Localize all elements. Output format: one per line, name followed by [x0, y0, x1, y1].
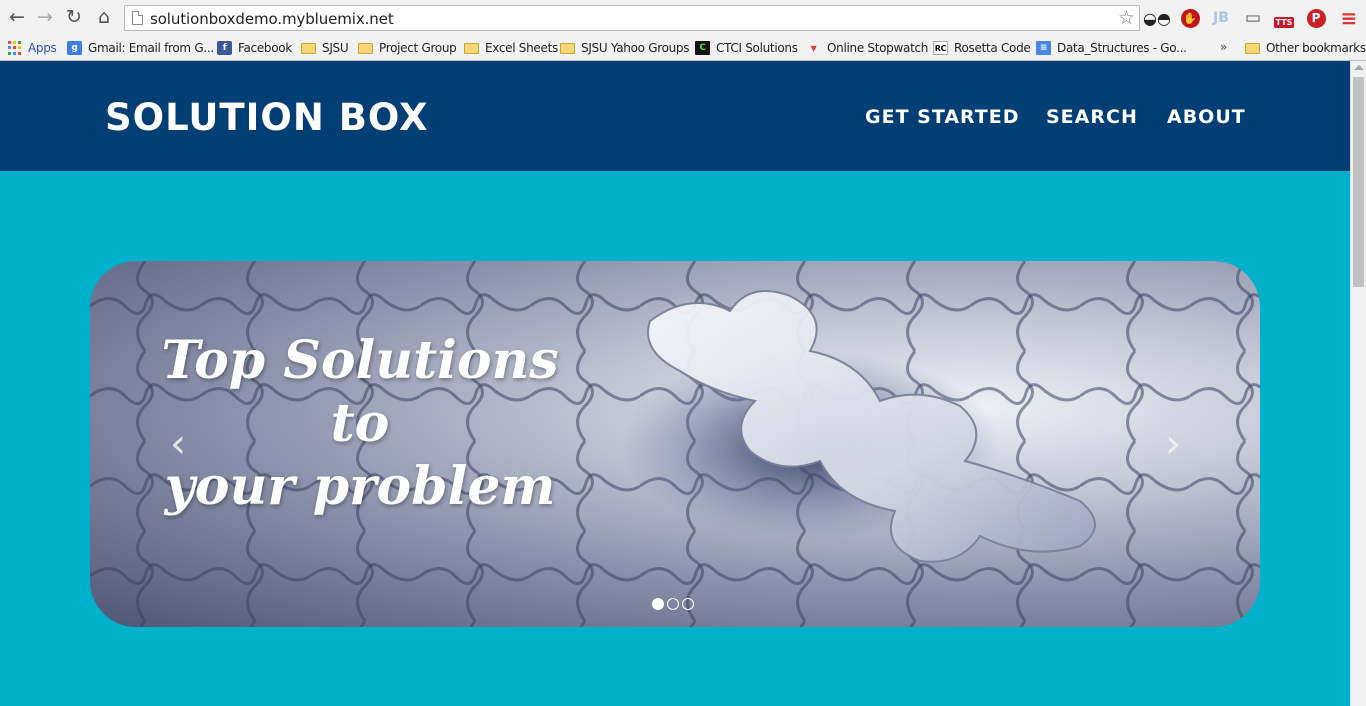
docs-icon: ≡: [1036, 41, 1051, 55]
ctci-icon: C: [695, 41, 710, 55]
apps-grid-icon: [7, 41, 22, 55]
caption-line: Top Solutions: [161, 330, 559, 391]
nav-about[interactable]: ABOUT: [1167, 106, 1246, 128]
browser-toolbar: ← → ↻ ⌂ solutionboxdemo.mybluemix.net ☆ …: [0, 0, 1366, 35]
home-icon[interactable]: ⌂: [93, 6, 115, 28]
carousel-prev-chevron-icon[interactable]: ‹: [163, 424, 193, 464]
folder-icon: [560, 42, 575, 54]
bookmark-label: Other bookmarks: [1266, 41, 1366, 55]
bookmark-star-icon[interactable]: ☆: [1118, 7, 1135, 29]
carousel-next-chevron-icon[interactable]: ›: [1158, 424, 1188, 464]
cast-icon[interactable]: ▭: [1242, 7, 1264, 29]
chrome-menu-icon[interactable]: ≡: [1338, 6, 1360, 30]
bookmark-ctci-solutions[interactable]: C CTCI Solutions: [695, 38, 798, 58]
bookmark-data-structures[interactable]: ≡ Data_Structures - Go...: [1036, 38, 1187, 58]
bookmark-label: Rosetta Code: [954, 41, 1031, 55]
forward-arrow-icon[interactable]: →: [34, 6, 56, 28]
facebook-icon: f: [217, 41, 232, 55]
google-icon: g: [67, 41, 82, 55]
bookmark-label: Excel Sheets: [485, 41, 558, 55]
bookmark-other-bookmarks[interactable]: Other bookmarks: [1245, 38, 1366, 58]
folder-icon: [464, 42, 479, 54]
address-url[interactable]: solutionboxdemo.mybluemix.net: [150, 10, 394, 28]
folder-icon: [1245, 42, 1260, 54]
carousel-caption: Top Solutions to your problem: [130, 329, 590, 518]
tts-label: TTS: [1273, 16, 1295, 28]
bookmarks-bar: Apps g Gmail: Email from G... f Facebook…: [0, 35, 1366, 61]
back-arrow-icon[interactable]: ←: [6, 6, 28, 28]
folder-icon: [358, 42, 373, 54]
site-header: SOLUTION BOX GET STARTED SEARCH ABOUT: [0, 61, 1350, 171]
caption-line: to: [330, 393, 390, 454]
site-brand[interactable]: SOLUTION BOX: [105, 96, 429, 139]
nav-get-started[interactable]: GET STARTED: [865, 106, 1020, 128]
bookmark-facebook[interactable]: f Facebook: [217, 38, 292, 58]
bookmark-excel-sheets[interactable]: Excel Sheets: [464, 38, 558, 58]
bookmark-label: SJSU Yahoo Groups: [581, 41, 690, 55]
tts-extension-icon[interactable]: TTS: [1273, 7, 1295, 29]
bookmark-label: Facebook: [238, 41, 292, 55]
carousel-indicator-2[interactable]: [667, 598, 679, 610]
carousel-indicator-1[interactable]: [652, 598, 664, 610]
scroll-thumb[interactable]: [1353, 77, 1364, 287]
address-bar[interactable]: solutionboxdemo.mybluemix.net ☆: [124, 5, 1140, 31]
jb-extension-icon[interactable]: JB: [1210, 7, 1232, 29]
bookmark-label: Data_Structures - Go...: [1057, 41, 1187, 55]
carousel-indicator-3[interactable]: [682, 598, 694, 610]
nav-search[interactable]: SEARCH: [1046, 106, 1138, 128]
bookmarks-overflow-chevron[interactable]: »: [1220, 40, 1227, 54]
bookmark-label: Gmail: Email from G...: [88, 41, 214, 55]
bookmark-gmail[interactable]: g Gmail: Email from G...: [67, 38, 214, 58]
bookmark-label: Apps: [28, 41, 57, 55]
page-scrollbar[interactable]: [1350, 61, 1366, 706]
carousel-indicators: [652, 598, 694, 610]
bookmark-project-group[interactable]: Project Group: [358, 38, 457, 58]
bookmark-online-stopwatch[interactable]: ▾ Online Stopwatch: [806, 38, 929, 58]
reload-icon[interactable]: ↻: [63, 6, 85, 28]
folder-icon: [301, 42, 316, 54]
bookmark-label: CTCI Solutions: [716, 41, 798, 55]
page-icon: [132, 11, 143, 25]
bookmark-label: SJSU: [322, 41, 349, 55]
caption-line: your problem: [164, 456, 556, 517]
bookmark-rosetta-code[interactable]: RC Rosetta Code: [933, 38, 1031, 58]
adblock-stop-icon[interactable]: ✋: [1179, 7, 1201, 29]
bookmark-sjsu-yahoo-groups[interactable]: SJSU Yahoo Groups: [560, 38, 690, 58]
bookmark-label: Online Stopwatch: [827, 41, 929, 55]
bookmark-apps[interactable]: Apps: [7, 38, 57, 58]
bookmark-label: Project Group: [379, 41, 457, 55]
hero-carousel: Top Solutions to your problem ‹ ›: [90, 261, 1260, 627]
incognito-glasses-icon[interactable]: ◒◓: [1143, 7, 1171, 29]
bookmark-sjsu[interactable]: SJSU: [301, 38, 349, 58]
pinterest-icon[interactable]: P: [1305, 7, 1327, 29]
scroll-up-arrow-icon[interactable]: [1354, 65, 1364, 70]
stopwatch-icon: ▾: [810, 41, 817, 55]
rosetta-icon: RC: [933, 41, 948, 55]
